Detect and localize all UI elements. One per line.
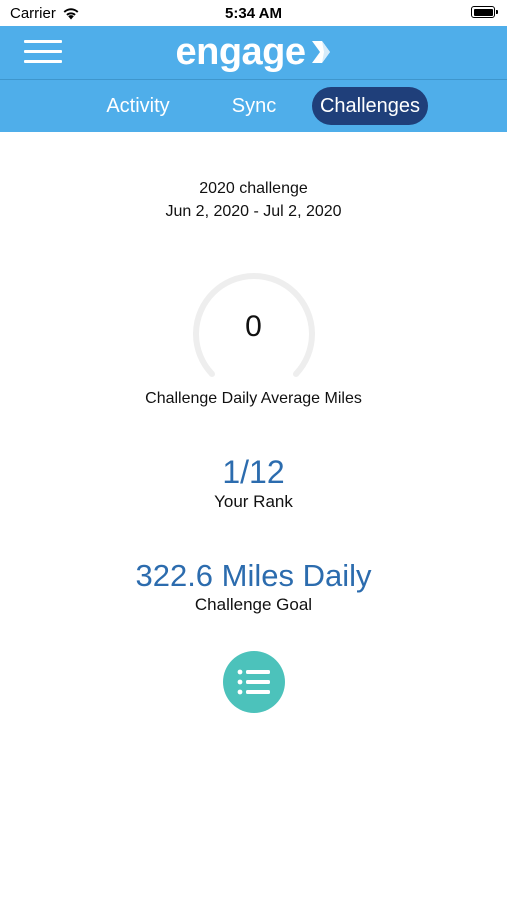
rank-value: 1/12 xyxy=(222,454,285,490)
status-time: 5:34 AM xyxy=(225,5,282,22)
list-icon xyxy=(237,669,270,695)
leaderboard-list-button[interactable] xyxy=(223,651,285,713)
daily-average-value: 0 xyxy=(245,310,262,343)
tab-sync[interactable]: Sync xyxy=(222,87,286,125)
tab-bar: Activity Sync Challenges xyxy=(0,80,507,132)
status-bar: Carrier 5:34 AM xyxy=(0,0,507,26)
logo-text: engage xyxy=(175,31,306,73)
rank-label: Your Rank xyxy=(214,492,293,511)
goal-value: 322.6 Miles Daily xyxy=(135,558,372,593)
daily-average-label: Challenge Daily Average Miles xyxy=(145,390,362,407)
app-header: engage xyxy=(0,26,507,79)
app-logo: engage xyxy=(0,31,507,73)
battery-icon xyxy=(471,6,498,18)
goal-label: Challenge Goal xyxy=(194,595,313,614)
tab-activity[interactable]: Activity xyxy=(96,87,180,125)
tab-challenges[interactable]: Challenges xyxy=(312,87,428,125)
logo-chevron-icon xyxy=(311,41,330,63)
challenges-screen: Carrier 5:34 AM engage Activity Sync Cha… xyxy=(0,0,507,900)
challenge-dates: Jun 2, 2020 - Jul 2, 2020 xyxy=(165,203,342,220)
challenge-title: 2020 challenge xyxy=(199,180,308,197)
